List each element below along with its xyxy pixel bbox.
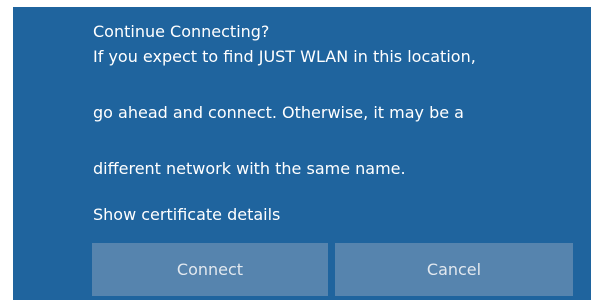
prompt-title: Continue Connecting?	[93, 22, 270, 41]
prompt-message-line-1: If you expect to find JUST WLAN in this …	[93, 47, 476, 66]
connect-button[interactable]: Connect	[92, 243, 328, 296]
network-connection-flyout: Continue Connecting? If you expect to fi…	[13, 7, 591, 300]
cancel-button[interactable]: Cancel	[335, 243, 573, 296]
prompt-message-line-2: go ahead and connect. Otherwise, it may …	[93, 103, 464, 122]
show-certificate-details-link[interactable]: Show certificate details	[93, 205, 280, 225]
prompt-message-line-3: different network with the same name.	[93, 159, 406, 178]
